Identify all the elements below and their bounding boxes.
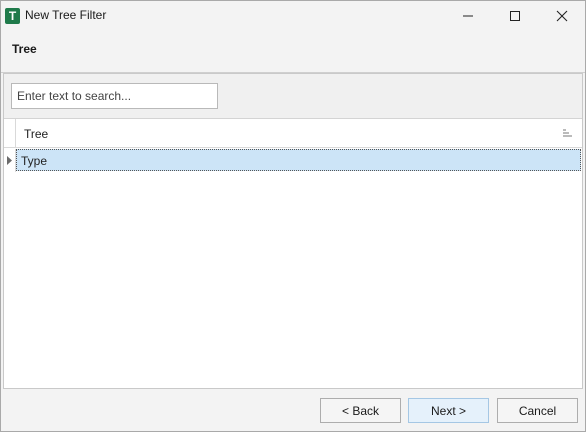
search-bar: [4, 74, 582, 119]
sort-icon[interactable]: [563, 129, 573, 137]
close-icon: [556, 10, 568, 22]
column-header-label: Tree: [24, 127, 49, 141]
column-header-indent: [4, 119, 16, 147]
maximize-button[interactable]: [492, 1, 538, 31]
dialog-window: T New Tree Filter Tree Tree: [0, 0, 586, 432]
minimize-button[interactable]: [445, 1, 491, 31]
wizard-header: Tree: [1, 31, 585, 71]
cancel-button[interactable]: Cancel: [497, 398, 578, 423]
next-button[interactable]: Next >: [408, 398, 489, 423]
maximize-icon: [510, 11, 520, 21]
close-button[interactable]: [539, 1, 585, 31]
page-title: Tree: [12, 42, 37, 56]
search-input[interactable]: [11, 83, 218, 109]
row-expander[interactable]: [4, 149, 16, 172]
tree-panel: Tree Type: [3, 73, 583, 389]
expand-triangle-icon: [7, 156, 12, 165]
tree-row[interactable]: Type: [4, 149, 582, 172]
tree-row-cell[interactable]: Type: [16, 149, 581, 171]
tree-column-header[interactable]: Tree: [4, 119, 582, 148]
title-bar[interactable]: T New Tree Filter: [1, 1, 585, 31]
back-button[interactable]: < Back: [320, 398, 401, 423]
app-logo-icon: T: [5, 8, 20, 24]
tree-row-label: Type: [21, 154, 48, 168]
window-title: New Tree Filter: [25, 8, 107, 22]
minimize-icon: [463, 15, 473, 17]
